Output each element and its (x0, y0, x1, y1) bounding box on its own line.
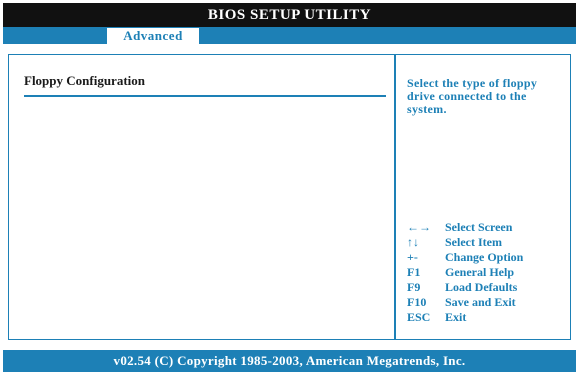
key-arrows-left-right: ←→ (407, 220, 431, 234)
key-arrows-up-down: ↑↓ (407, 235, 419, 249)
key-row-load-defaults: F9 Load Defaults (407, 280, 567, 295)
content-frame: Floppy Configuration Floppy A [Disabled]… (3, 44, 576, 346)
help-text: Select the type of floppy drive connecte… (407, 76, 538, 116)
copyright-footer: v02.54 (C) Copyright 1985-2003, American… (3, 350, 576, 372)
key-row-save-exit: F10 Save and Exit (407, 295, 567, 310)
bios-screen: BIOS SETUP UTILITY Advanced Floppy Confi… (0, 0, 579, 376)
settings-panel: Floppy Configuration Floppy A [Disabled] (8, 54, 395, 340)
section-divider (24, 95, 386, 97)
key-row-select-screen: ←→ Select Screen (407, 220, 567, 235)
key-desc-save-exit: Save and Exit (445, 295, 516, 309)
floppy-a-label[interactable]: Floppy A (24, 108, 71, 123)
key-esc: ESC (407, 310, 431, 324)
key-plus-minus: +- (407, 250, 418, 264)
bios-title-bar: BIOS SETUP UTILITY (3, 3, 576, 27)
key-desc-select-item: Select Item (445, 235, 502, 249)
key-desc-change-option: Change Option (445, 250, 524, 264)
key-row-exit: ESC Exit (407, 310, 567, 325)
key-f1: F1 (407, 265, 421, 279)
key-f10: F10 (407, 295, 427, 309)
key-desc-select-screen: Select Screen (445, 220, 513, 234)
key-f9: F9 (407, 280, 421, 294)
floppy-a-value[interactable]: [Disabled] (249, 108, 302, 123)
tab-bar: Advanced (3, 27, 576, 44)
key-row-change-option: +- Change Option (407, 250, 567, 265)
key-desc-load-defaults: Load Defaults (445, 280, 518, 294)
section-title: Floppy Configuration (24, 73, 145, 88)
key-row-select-item: ↑↓ Select Item (407, 235, 567, 250)
key-legend: ←→ Select Screen ↑↓ Select Item +- Chang… (407, 220, 567, 325)
help-panel: Select the type of floppy drive connecte… (395, 54, 571, 340)
tab-advanced[interactable]: Advanced (107, 28, 199, 44)
key-desc-general-help: General Help (445, 265, 514, 279)
key-desc-exit: Exit (445, 310, 467, 324)
key-row-general-help: F1 General Help (407, 265, 567, 280)
